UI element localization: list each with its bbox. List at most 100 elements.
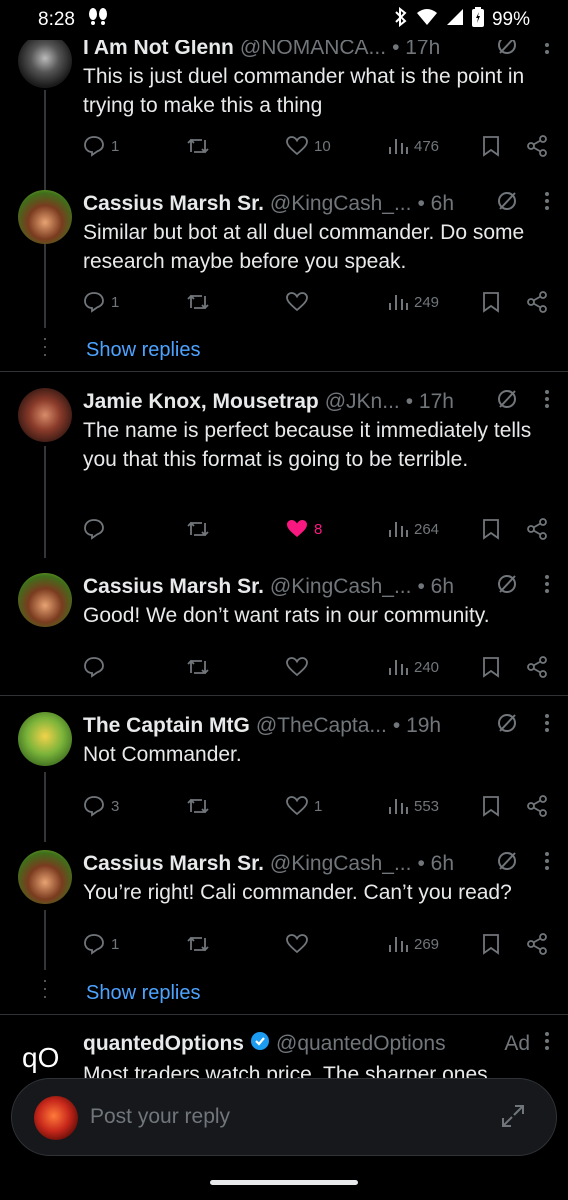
like-count: 10 <box>314 137 331 155</box>
retweet-icon <box>186 796 210 816</box>
author-name[interactable]: Jamie Knox, Mousetrap <box>83 390 319 414</box>
bookmark-button[interactable] <box>482 795 500 817</box>
bookmark-button[interactable] <box>482 291 500 313</box>
more-options-icon[interactable] <box>544 574 550 600</box>
avatar[interactable] <box>18 34 72 88</box>
views-button[interactable]: 249 <box>388 293 439 311</box>
avatar[interactable] <box>18 190 72 244</box>
heart-icon <box>286 796 308 816</box>
retweet-icon <box>186 657 210 677</box>
timestamp[interactable]: • 19h <box>393 714 441 738</box>
views-button[interactable]: 269 <box>388 935 439 953</box>
more-options-icon[interactable] <box>544 389 550 415</box>
avatar[interactable] <box>18 712 72 766</box>
more-options-icon[interactable] <box>544 191 550 217</box>
tweet-actions: 3 1 553 <box>83 792 550 820</box>
retweet-button[interactable] <box>186 519 210 539</box>
views-button[interactable]: 553 <box>388 797 439 815</box>
avatar[interactable] <box>18 573 72 627</box>
retweet-button[interactable] <box>186 136 210 156</box>
timestamp[interactable]: • 6h <box>417 192 454 216</box>
avatar[interactable] <box>18 388 72 442</box>
like-button[interactable] <box>286 657 314 677</box>
author-handle[interactable]: @KingCash_... <box>270 192 412 216</box>
reply-input[interactable]: Post your reply <box>90 1105 230 1129</box>
home-indicator[interactable] <box>210 1180 358 1185</box>
reply-icon <box>83 291 105 313</box>
author-name[interactable]: Cassius Marsh Sr. <box>83 575 264 599</box>
author-name[interactable]: Cassius Marsh Sr. <box>83 192 264 216</box>
grok-icon[interactable] <box>496 388 518 416</box>
reply-composer[interactable]: Post your reply <box>11 1078 557 1156</box>
tweet-actions: 1 10 476 <box>83 132 550 160</box>
bookmark-button[interactable] <box>482 518 500 540</box>
author-name[interactable]: quantedOptions <box>83 1032 244 1056</box>
view-count: 553 <box>414 797 440 815</box>
reply-button[interactable] <box>83 518 111 540</box>
views-icon <box>388 935 408 953</box>
show-replies-link[interactable]: Show replies <box>86 982 201 1005</box>
share-button[interactable] <box>526 291 548 313</box>
bookmark-button[interactable] <box>482 135 500 157</box>
author-handle[interactable]: @KingCash_... <box>270 852 412 876</box>
reply-button[interactable]: 1 <box>83 291 119 313</box>
author-handle[interactable]: @quantedOptions <box>276 1032 446 1056</box>
like-button[interactable] <box>286 934 314 954</box>
like-button[interactable]: 10 <box>286 136 331 156</box>
timestamp[interactable]: • 6h <box>417 852 454 876</box>
share-button[interactable] <box>526 135 548 157</box>
retweet-button[interactable] <box>186 657 210 677</box>
ad-tweet[interactable]: qO quantedOptions @quantedOptions Ad Mos… <box>0 1030 568 1078</box>
grok-icon[interactable] <box>496 573 518 601</box>
views-button[interactable]: 476 <box>388 137 439 155</box>
reply-button[interactable]: 1 <box>83 933 119 955</box>
tweet-header: Cassius Marsh Sr. @KingCash_... • 6h <box>83 850 550 878</box>
like-button[interactable] <box>286 292 314 312</box>
expand-icon[interactable] <box>500 1103 526 1134</box>
bookmark-button[interactable] <box>482 656 500 678</box>
view-count: 240 <box>414 658 440 676</box>
share-button[interactable] <box>526 518 548 540</box>
like-button[interactable]: 1 <box>286 796 322 816</box>
more-options-icon[interactable] <box>544 713 550 739</box>
view-count: 269 <box>414 935 440 953</box>
author-handle[interactable]: @JKn... <box>325 390 400 414</box>
share-button[interactable] <box>526 933 548 955</box>
bookmark-button[interactable] <box>482 933 500 955</box>
reply-button[interactable] <box>83 656 111 678</box>
reply-count: 1 <box>111 137 120 155</box>
author-handle[interactable]: @KingCash_... <box>270 575 412 599</box>
avatar[interactable] <box>18 850 72 904</box>
timestamp[interactable]: • 6h <box>417 575 454 599</box>
more-options-icon[interactable] <box>544 851 550 877</box>
thread-line <box>44 910 46 970</box>
timestamp[interactable]: • 17h <box>406 390 454 414</box>
reply-button[interactable]: 1 <box>83 135 119 157</box>
reply-button[interactable]: 3 <box>83 795 119 817</box>
bookmark-icon <box>482 795 500 817</box>
retweet-button[interactable] <box>186 796 210 816</box>
battery-percent: 99% <box>491 9 530 30</box>
retweet-button[interactable] <box>186 934 210 954</box>
show-replies-link[interactable]: Show replies <box>86 339 201 362</box>
views-button[interactable]: 240 <box>388 658 439 676</box>
retweet-button[interactable] <box>186 292 210 312</box>
ad-avatar[interactable]: qO <box>22 1042 59 1074</box>
ad-label: Ad <box>504 1032 530 1055</box>
more-options-icon[interactable] <box>544 1031 550 1057</box>
views-icon <box>388 137 408 155</box>
author-name[interactable]: The Captain MtG <box>83 714 250 738</box>
author-handle[interactable]: @TheCapta... <box>256 714 387 738</box>
heart-icon <box>286 136 308 156</box>
grok-icon[interactable] <box>496 850 518 878</box>
tweet-text: This is just duel commander what is the … <box>83 65 525 117</box>
share-button[interactable] <box>526 795 548 817</box>
views-button[interactable]: 264 <box>388 520 439 538</box>
author-name[interactable]: Cassius Marsh Sr. <box>83 852 264 876</box>
grok-icon[interactable] <box>496 712 518 740</box>
share-button[interactable] <box>526 656 548 678</box>
like-button[interactable]: 8 <box>286 519 322 539</box>
grok-icon[interactable] <box>496 190 518 218</box>
bookmark-icon <box>482 933 500 955</box>
current-user-avatar[interactable] <box>34 1096 78 1140</box>
